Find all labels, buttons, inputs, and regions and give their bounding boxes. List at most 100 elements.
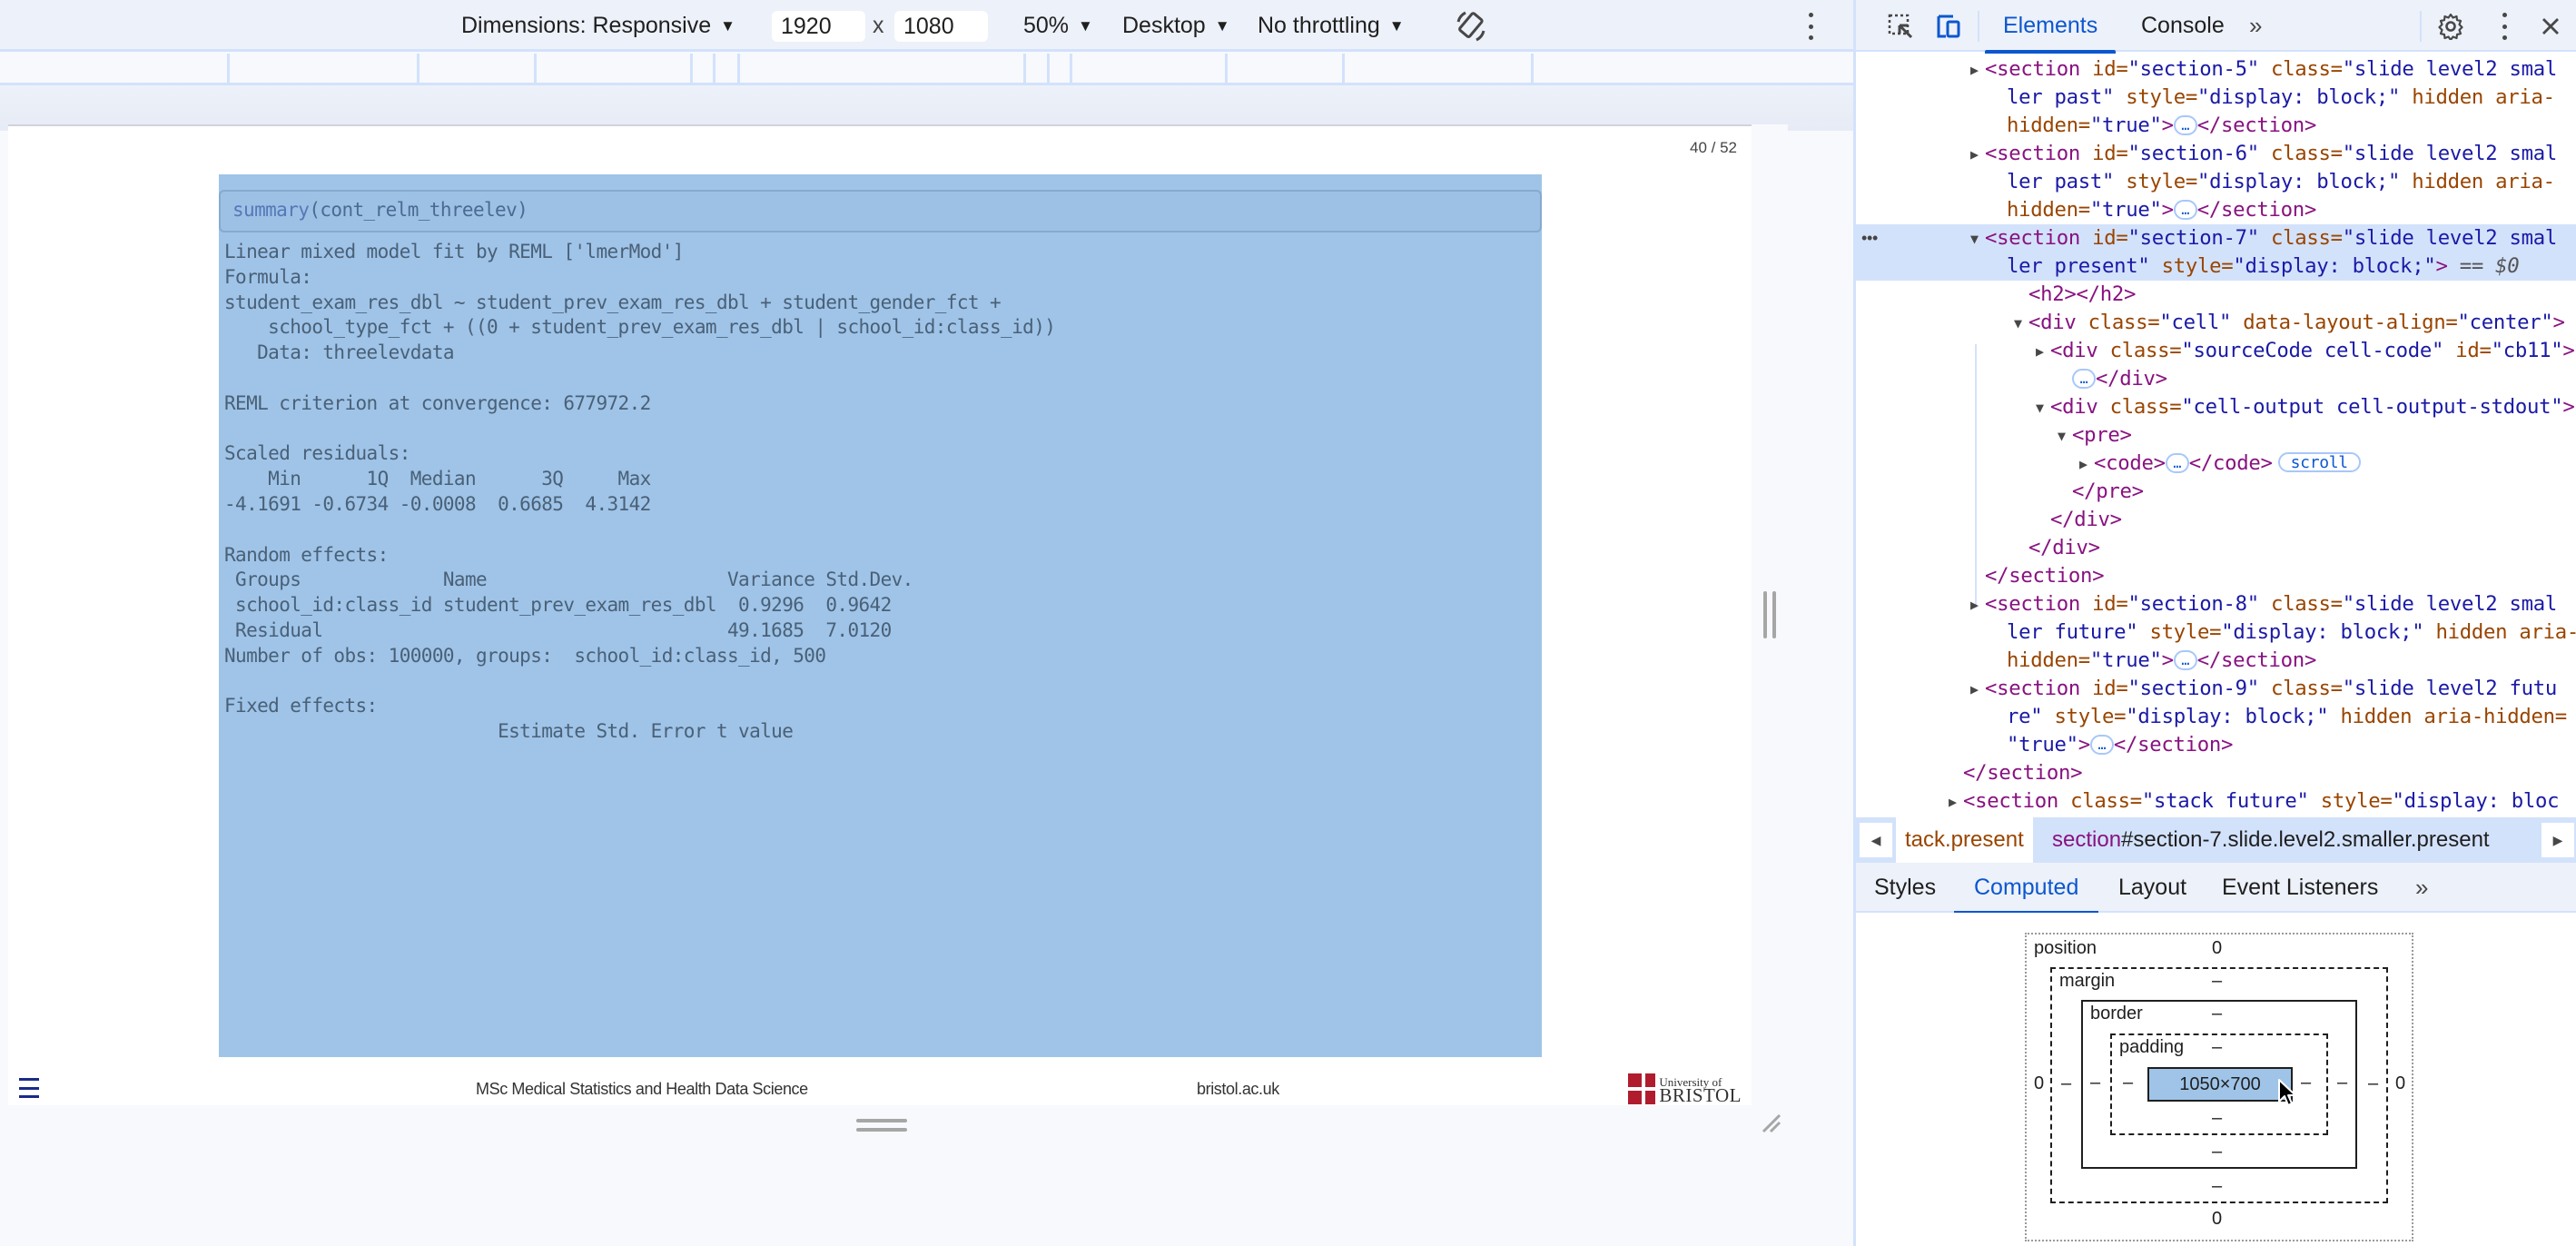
expand-ellipsis-button[interactable]: … (2165, 453, 2189, 473)
close-icon[interactable] (2537, 13, 2564, 40)
height-resize-handle[interactable] (856, 1119, 907, 1132)
dom-tree-node[interactable]: ▼ <div class="cell-output cell-output-std… (1856, 393, 2576, 421)
menu-icon[interactable] (19, 1078, 39, 1098)
dom-tree-node[interactable]: … </div> (1856, 365, 2576, 393)
padding-top-value[interactable]: – (2212, 1037, 2222, 1058)
collapsed-triangle-icon[interactable]: ▶ (1970, 676, 1985, 704)
tab-console[interactable]: Console (2141, 0, 2225, 52)
ruler-tick[interactable] (690, 54, 693, 84)
dom-tree-node[interactable]: "true">… </section> (1856, 731, 2576, 759)
breadcrumb-item-parent[interactable]: tack.present (1896, 817, 2033, 863)
dom-tree-node[interactable]: hidden="true">… </section> (1856, 647, 2576, 675)
collapsed-triangle-icon[interactable]: ▶ (2079, 450, 2094, 479)
collapsed-triangle-icon[interactable]: ▶ (1970, 56, 1985, 84)
ruler-tick[interactable] (1047, 54, 1050, 84)
dom-tree-node[interactable]: ▼ <pre> (1856, 421, 2576, 450)
dom-tree-node[interactable]: <h2></h2> (1856, 281, 2576, 309)
ruler-tick[interactable] (417, 54, 419, 84)
ruler-tick[interactable] (1023, 54, 1026, 84)
dom-tree-node[interactable]: </section> (1856, 759, 2576, 787)
dom-tree-node[interactable]: ▶ <section class="stack future" style="di… (1856, 787, 2576, 815)
position-right-value[interactable]: 0 (2395, 1073, 2405, 1094)
ruler-tick[interactable] (737, 54, 740, 84)
dom-tree-node[interactable]: </div> (1856, 506, 2576, 534)
content-box[interactable]: 1050×700 (2147, 1067, 2293, 1102)
dimensions-dropdown[interactable]: Dimensions: Responsive ▼ (461, 0, 735, 52)
tab-computed[interactable]: Computed (1953, 863, 2099, 915)
dom-tree-node[interactable]: ler past" style="display: block;" hidden… (1856, 168, 2576, 196)
settings-gear-icon[interactable] (2437, 13, 2464, 40)
tab-layout[interactable]: Layout (2118, 863, 2186, 913)
dom-tree-node[interactable]: ▶ <div class="sourceCode cell-code" id="c… (1856, 337, 2576, 365)
dom-tree-node[interactable]: hidden="true">… </section> (1856, 112, 2576, 140)
height-input[interactable] (894, 11, 988, 42)
breadcrumb-scroll-left-icon[interactable]: ◀ (1860, 823, 1892, 857)
dom-tree-node[interactable]: re" style="display: block;" hidden aria-… (1856, 703, 2576, 731)
ruler-tick[interactable] (1531, 54, 1534, 84)
position-top-value[interactable]: 0 (2212, 938, 2222, 959)
width-resize-handle[interactable] (1763, 591, 1776, 638)
border-right-value[interactable]: – (2337, 1073, 2347, 1093)
expand-ellipsis-button[interactable]: … (2173, 115, 2197, 135)
border-left-value[interactable]: – (2090, 1073, 2100, 1093)
position-bottom-value[interactable]: 0 (2212, 1209, 2222, 1230)
rotate-icon[interactable] (1453, 9, 1489, 44)
dom-tree-node[interactable]: ler present" style="display: block;"> ==… (1856, 252, 2576, 281)
tab-elements[interactable]: Elements (1984, 0, 2117, 54)
expand-ellipsis-button[interactable]: … (2173, 650, 2197, 670)
expand-ellipsis-button[interactable]: … (2072, 369, 2096, 389)
padding-right-value[interactable]: – (2301, 1073, 2311, 1093)
margin-top-value[interactable]: – (2212, 971, 2222, 992)
width-input[interactable] (772, 11, 865, 42)
scroll-badge[interactable]: scroll (2277, 452, 2361, 472)
margin-bottom-value[interactable]: – (2212, 1176, 2222, 1197)
border-top-value[interactable]: – (2212, 1004, 2222, 1024)
ruler-tick[interactable] (713, 54, 716, 84)
expanded-triangle-icon[interactable]: ▼ (2036, 394, 2050, 422)
inspect-element-icon[interactable] (1887, 13, 1914, 40)
expanded-triangle-icon[interactable]: ▼ (1970, 225, 1985, 253)
margin-left-value[interactable]: – (2061, 1073, 2071, 1094)
code-output-block[interactable]: Linear mixed model fit by REML ['lmerMod… (224, 240, 1532, 739)
tab-styles[interactable]: Styles (1874, 863, 1936, 913)
dom-tree-node[interactable]: ▶ <section id="section-5" class="slide le… (1856, 55, 2576, 84)
collapsed-triangle-icon[interactable]: ▶ (1970, 591, 1985, 619)
dom-tree-node[interactable]: ler past" style="display: block;" hidden… (1856, 84, 2576, 112)
padding-left-value[interactable]: – (2123, 1073, 2133, 1093)
dom-tree-node[interactable]: ▶ <section id="section-8" class="slide le… (1856, 590, 2576, 618)
kebab-icon[interactable] (2498, 13, 2511, 40)
expand-ellipsis-button[interactable]: … (2173, 200, 2197, 220)
padding-bottom-value[interactable]: – (2212, 1108, 2222, 1129)
dom-tree-node[interactable]: </section> (1856, 562, 2576, 590)
device-type-dropdown[interactable]: Desktop ▼ (1122, 0, 1230, 52)
margin-right-value[interactable]: – (2368, 1073, 2378, 1094)
position-left-value[interactable]: 0 (2034, 1073, 2044, 1094)
dom-tree-node[interactable]: ▼ <section id="section-7" class="slide le… (1856, 224, 2576, 252)
ruler-tick[interactable] (534, 54, 537, 84)
ruler-tick[interactable] (1342, 54, 1345, 84)
dom-tree-node[interactable]: hidden="true">… </section> (1856, 196, 2576, 224)
more-tabs-icon[interactable]: » (2415, 863, 2428, 913)
more-tabs-icon[interactable]: » (2249, 0, 2262, 52)
breadcrumb-item-current[interactable]: section #section-7.slide.level2.smaller.p… (2052, 817, 2490, 863)
expanded-triangle-icon[interactable]: ▼ (2058, 422, 2072, 450)
collapsed-triangle-icon[interactable]: ▶ (1970, 141, 1985, 169)
dom-tree-node[interactable]: ▶ <section id="section-6" class="slide le… (1856, 140, 2576, 168)
ruler-tick[interactable] (1070, 54, 1072, 84)
footer-link[interactable]: bristol.ac.uk (1197, 1080, 1279, 1099)
dom-tree-node[interactable]: ler future" style="display: block;" hidd… (1856, 618, 2576, 647)
expanded-triangle-icon[interactable]: ▼ (2014, 310, 2028, 338)
breadcrumb-scroll-right-icon[interactable]: ▶ (2541, 823, 2574, 857)
kebab-icon[interactable] (1804, 13, 1817, 40)
dom-tree-node[interactable]: </pre> (1856, 478, 2576, 506)
dom-tree-node[interactable]: </div> (1856, 534, 2576, 562)
throttling-dropdown[interactable]: No throttling ▼ (1258, 0, 1405, 52)
collapsed-triangle-icon[interactable]: ▶ (2036, 338, 2050, 366)
dom-tree-node[interactable]: ▶ <section id="section-9" class="slide le… (1856, 675, 2576, 703)
ruler-tick[interactable] (1225, 54, 1228, 84)
tab-event-listeners[interactable]: Event Listeners (2222, 863, 2378, 913)
node-actions-icon[interactable]: ••• (1861, 224, 1878, 252)
dom-tree-node[interactable]: ▶ <code>… </code> scroll (1856, 450, 2576, 478)
collapsed-triangle-icon[interactable]: ▶ (1949, 788, 1963, 815)
border-bottom-value[interactable]: – (2212, 1142, 2222, 1162)
